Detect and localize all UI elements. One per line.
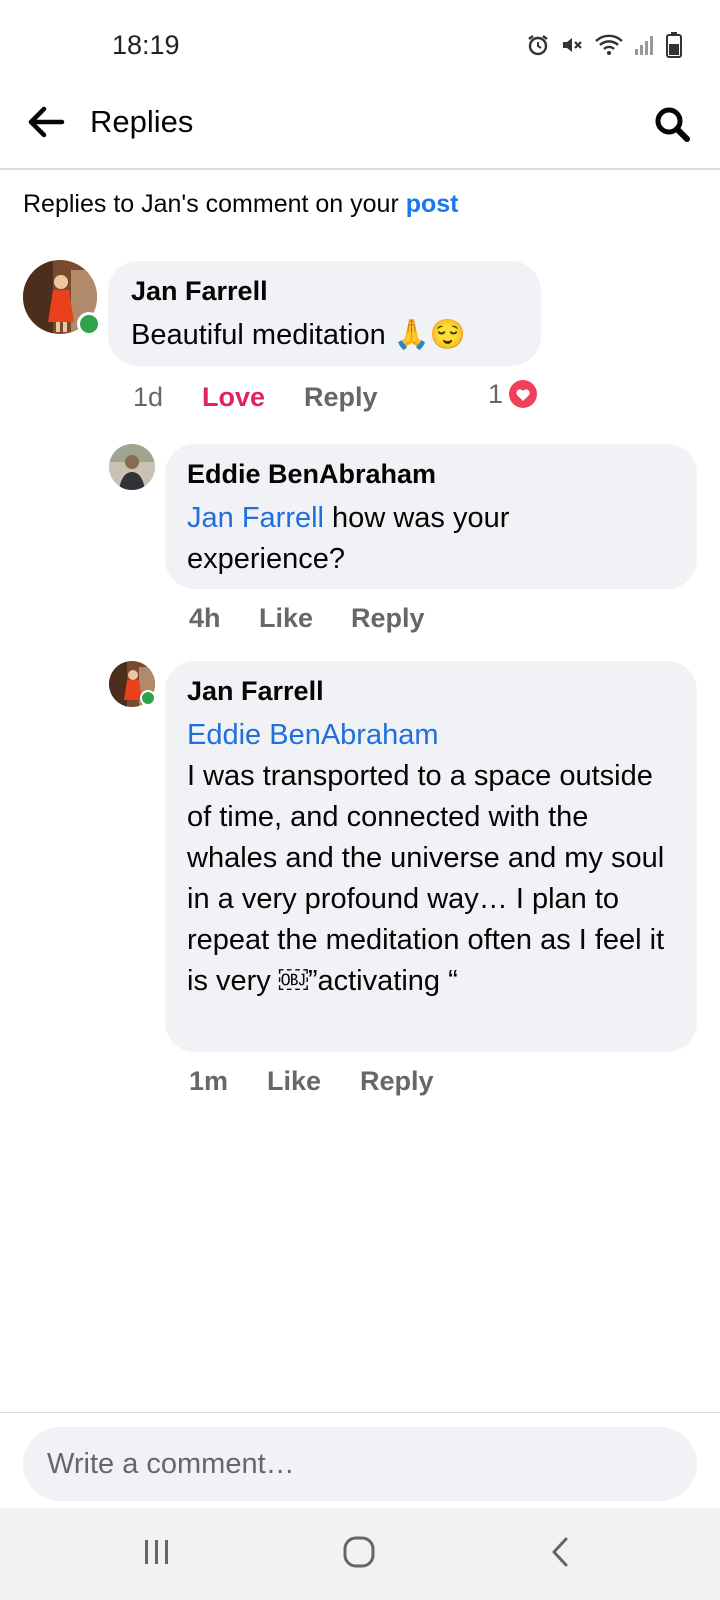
back-button[interactable] <box>22 100 70 148</box>
replies-context: Replies to Jan's comment on your post <box>23 190 459 219</box>
status-icons <box>526 32 682 58</box>
reply-button[interactable]: Reply <box>360 1066 434 1097</box>
comment-author[interactable]: Eddie BenAbraham <box>187 459 436 490</box>
post-link[interactable]: post <box>406 190 459 218</box>
online-status-badge <box>140 690 156 706</box>
wifi-icon <box>594 33 624 57</box>
nav-back-icon <box>548 1536 572 1573</box>
comment-composer <box>0 1412 720 1508</box>
comment-timestamp: 1m <box>189 1066 229 1096</box>
reply-button[interactable]: Reply <box>351 603 425 634</box>
comment-author[interactable]: Jan Farrell <box>187 676 324 707</box>
mention-link[interactable]: Eddie BenAbraham <box>187 715 672 756</box>
comment-text: Eddie BenAbraham I was transported to a … <box>187 715 672 1002</box>
page-title: Replies <box>90 104 194 139</box>
recents-icon <box>142 1538 172 1571</box>
comment-input[interactable] <box>23 1427 697 1501</box>
reaction-count-value: 1 <box>488 378 504 409</box>
like-button[interactable]: Like <box>259 603 313 634</box>
context-prefix: Replies to Jan's comment on your <box>23 190 406 218</box>
battery-icon <box>666 32 682 58</box>
like-button[interactable]: Like <box>267 1066 321 1097</box>
mention-link[interactable]: Jan Farrell <box>187 502 324 534</box>
avatar[interactable] <box>109 444 155 490</box>
system-nav-bar <box>0 1508 720 1600</box>
comment-timestamp: 4h <box>189 603 221 633</box>
love-reaction-button[interactable]: Love <box>202 382 265 413</box>
recents-button[interactable] <box>127 1530 187 1578</box>
reply-button[interactable]: Reply <box>304 382 378 413</box>
mute-icon <box>560 33 584 57</box>
status-time: 18:19 <box>112 30 180 60</box>
home-button[interactable] <box>329 1530 389 1578</box>
online-status-badge <box>77 312 101 336</box>
nav-back-button[interactable] <box>530 1530 590 1578</box>
back-arrow-icon <box>26 104 66 145</box>
signal-icon <box>634 33 656 57</box>
comment-body: I was transported to a space outside of … <box>187 760 665 997</box>
comment-text: Beautiful meditation 🙏😌 <box>131 319 466 351</box>
alarm-icon <box>526 33 550 57</box>
heart-icon <box>507 378 540 410</box>
status-bar: 18:19 <box>0 0 720 92</box>
home-icon <box>342 1535 376 1574</box>
comment-author[interactable]: Jan Farrell <box>131 276 268 307</box>
comment-text: Jan Farrell how was your experience? <box>187 498 657 580</box>
app-header: Replies <box>0 92 720 170</box>
search-button[interactable] <box>648 102 696 150</box>
comment-timestamp: 1d <box>133 382 164 412</box>
search-icon <box>653 105 691 148</box>
reaction-count[interactable]: 1 <box>488 378 540 410</box>
